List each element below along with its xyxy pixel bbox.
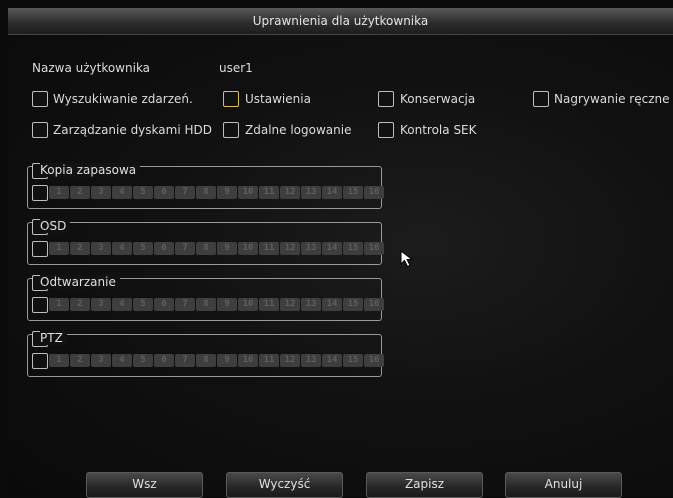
channel-toggle-6[interactable]: 6 <box>154 186 174 199</box>
channel-toggle-14[interactable]: 14 <box>322 186 342 199</box>
channel-toggle-2[interactable]: 2 <box>70 298 90 311</box>
channel-toggle-14[interactable]: 14 <box>322 354 342 367</box>
select-all-button[interactable]: Wsz <box>86 472 203 498</box>
channel-toggle-15[interactable]: 15 <box>343 298 363 311</box>
channel-toggle-3[interactable]: 3 <box>91 186 111 199</box>
channel-toggle-12[interactable]: 12 <box>280 354 300 367</box>
channel-toggle-4[interactable]: 4 <box>112 298 132 311</box>
checkbox-event-search[interactable] <box>32 91 48 107</box>
checkbox-manual-recording[interactable] <box>533 91 549 107</box>
channel-toggle-10[interactable]: 10 <box>238 298 258 311</box>
channel-toggle-5[interactable]: 5 <box>133 242 153 255</box>
channel-toggle-11[interactable]: 11 <box>259 298 279 311</box>
channel-toggle-10[interactable]: 10 <box>238 242 258 255</box>
group-title-backup: Kopia zapasowa <box>40 163 141 177</box>
clear-button[interactable]: Wyczyść <box>226 472 343 498</box>
channel-toggle-7[interactable]: 7 <box>175 242 195 255</box>
channel-toggle-9[interactable]: 9 <box>217 186 237 199</box>
channel-toggle-5[interactable]: 5 <box>133 186 153 199</box>
channel-toggle-12[interactable]: 12 <box>280 298 300 311</box>
channel-toggle-6[interactable]: 6 <box>154 242 174 255</box>
channel-toggle-1[interactable]: 1 <box>49 186 69 199</box>
channel-toggle-10[interactable]: 10 <box>238 354 258 367</box>
channel-toggle-3[interactable]: 3 <box>91 298 111 311</box>
checkbox-remote-login[interactable] <box>223 122 239 138</box>
save-button[interactable]: Zapisz <box>366 472 483 498</box>
channel-toggle-6[interactable]: 6 <box>154 354 174 367</box>
channel-toggle-12[interactable]: 12 <box>280 186 300 199</box>
channel-toggle-8[interactable]: 8 <box>196 242 216 255</box>
channel-toggle-4[interactable]: 4 <box>112 354 132 367</box>
group-title-osd: OSD <box>40 219 71 233</box>
label-event-search: Wyszukiwanie zdarzeń. <box>53 92 193 106</box>
username-label: Nazwa użytkownika <box>32 61 151 75</box>
channel-toggle-14[interactable]: 14 <box>322 298 342 311</box>
channel-toggle-1[interactable]: 1 <box>49 242 69 255</box>
channel-toggle-11[interactable]: 11 <box>259 242 279 255</box>
channel-toggle-4[interactable]: 4 <box>112 186 132 199</box>
channel-toggle-7[interactable]: 7 <box>175 298 195 311</box>
channel-toggle-8[interactable]: 8 <box>196 354 216 367</box>
channel-toggle-13[interactable]: 13 <box>301 242 321 255</box>
label-maintenance: Konserwacja <box>400 92 476 106</box>
channel-toggle-15[interactable]: 15 <box>343 242 363 255</box>
channel-toggle-16[interactable]: 16 <box>364 298 384 311</box>
checkbox-backup-all-channels[interactable] <box>32 185 48 201</box>
cancel-button[interactable]: Anuluj <box>505 472 622 498</box>
checkbox-settings[interactable] <box>223 91 239 107</box>
channel-toggle-8[interactable]: 8 <box>196 298 216 311</box>
channel-toggle-15[interactable]: 15 <box>343 186 363 199</box>
channel-toggle-12[interactable]: 12 <box>280 242 300 255</box>
channel-toggle-5[interactable]: 5 <box>133 354 153 367</box>
channel-toggle-2[interactable]: 2 <box>70 354 90 367</box>
channel-row: 1 2 3 4 5 6 7 8 9 10 11 12 13 14 15 16 <box>49 242 384 255</box>
group-title-ptz: PTZ <box>40 331 67 345</box>
channel-toggle-16[interactable]: 16 <box>364 186 384 199</box>
channel-row: 1 2 3 4 5 6 7 8 9 10 11 12 13 14 15 16 <box>49 186 384 199</box>
checkbox-maintenance[interactable] <box>378 91 394 107</box>
checkbox-network-control[interactable] <box>378 122 394 138</box>
channel-toggle-3[interactable]: 3 <box>91 242 111 255</box>
channel-row: 1 2 3 4 5 6 7 8 9 10 11 12 13 14 15 16 <box>49 354 384 367</box>
channel-row: 1 2 3 4 5 6 7 8 9 10 11 12 13 14 15 16 <box>49 298 384 311</box>
channel-toggle-16[interactable]: 16 <box>364 354 384 367</box>
group-title-playback: Odtwarzanie <box>40 275 120 289</box>
channel-toggle-9[interactable]: 9 <box>217 242 237 255</box>
mouse-cursor-icon <box>400 250 414 268</box>
channel-toggle-5[interactable]: 5 <box>133 298 153 311</box>
checkbox-hdd-management[interactable] <box>32 122 48 138</box>
channel-toggle-1[interactable]: 1 <box>49 298 69 311</box>
channel-toggle-13[interactable]: 13 <box>301 186 321 199</box>
channel-toggle-2[interactable]: 2 <box>70 242 90 255</box>
channel-toggle-7[interactable]: 7 <box>175 354 195 367</box>
channel-toggle-4[interactable]: 4 <box>112 242 132 255</box>
channel-toggle-11[interactable]: 11 <box>259 186 279 199</box>
label-network-control: Kontrola SEK <box>400 123 477 137</box>
channel-toggle-13[interactable]: 13 <box>301 354 321 367</box>
channel-toggle-9[interactable]: 9 <box>217 298 237 311</box>
channel-toggle-16[interactable]: 16 <box>364 242 384 255</box>
checkbox-osd-all-channels[interactable] <box>32 241 48 257</box>
checkbox-ptz-all-channels[interactable] <box>32 353 48 369</box>
channel-toggle-9[interactable]: 9 <box>217 354 237 367</box>
channel-toggle-13[interactable]: 13 <box>301 298 321 311</box>
channel-toggle-10[interactable]: 10 <box>238 186 258 199</box>
channel-toggle-3[interactable]: 3 <box>91 354 111 367</box>
channel-toggle-1[interactable]: 1 <box>49 354 69 367</box>
label-settings: Ustawienia <box>245 92 311 106</box>
username-value: user1 <box>219 61 253 75</box>
label-manual-recording: Nagrywanie ręczne <box>554 92 670 106</box>
channel-toggle-8[interactable]: 8 <box>196 186 216 199</box>
channel-toggle-11[interactable]: 11 <box>259 354 279 367</box>
channel-toggle-6[interactable]: 6 <box>154 298 174 311</box>
channel-toggle-2[interactable]: 2 <box>70 186 90 199</box>
channel-toggle-15[interactable]: 15 <box>343 354 363 367</box>
dialog-title: Uprawnienia dla użytkownika <box>8 8 673 35</box>
channel-toggle-14[interactable]: 14 <box>322 242 342 255</box>
label-remote-login: Zdalne logowanie <box>245 123 352 137</box>
channel-toggle-7[interactable]: 7 <box>175 186 195 199</box>
checkbox-playback-all-channels[interactable] <box>32 297 48 313</box>
label-hdd-management: Zarządzanie dyskami HDD <box>53 123 212 137</box>
